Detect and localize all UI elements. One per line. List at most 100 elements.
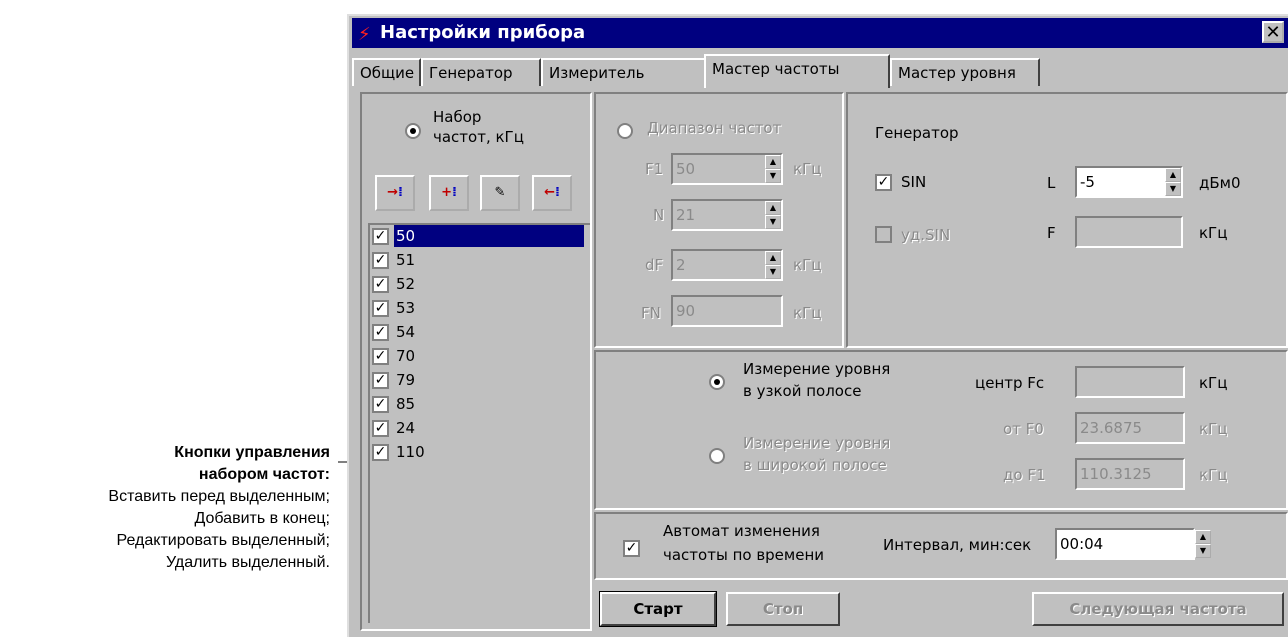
- auto-checkbox[interactable]: ✓: [623, 540, 640, 557]
- list-item[interactable]: ✓ 54: [370, 321, 590, 345]
- f1-measure-unit: кГц: [1199, 466, 1228, 484]
- freq-value: 54: [396, 323, 416, 341]
- tab-frequency-master[interactable]: Мастер частоты: [704, 54, 890, 88]
- interval-spinner[interactable]: ▲ ▼: [1195, 530, 1211, 558]
- freq-value: 70: [396, 347, 416, 365]
- freq-value: 53: [396, 299, 416, 317]
- n-field[interactable]: 21 ▲ ▼: [671, 199, 783, 231]
- freq-value: 110: [396, 443, 425, 461]
- n-spinner[interactable]: ▲ ▼: [765, 201, 781, 229]
- freq-value: 79: [396, 371, 416, 389]
- delete-button[interactable]: ←⁞: [532, 175, 572, 211]
- center-unit: кГц: [1199, 374, 1228, 392]
- freq-set-label-line1: Набор: [433, 108, 482, 126]
- narrow-band-line2: в узкой полосе: [743, 382, 862, 400]
- sin-label: SIN: [901, 173, 927, 191]
- freq-checkbox[interactable]: ✓: [372, 228, 389, 245]
- fn-value: 90: [676, 302, 696, 320]
- freq-set-radio[interactable]: [405, 123, 421, 139]
- wide-band-line1: Измерение уровня: [743, 434, 891, 452]
- freq-value: 85: [396, 395, 416, 413]
- next-frequency-button[interactable]: Следующая частота: [1032, 592, 1284, 626]
- start-button[interactable]: Старт: [599, 591, 717, 627]
- f0-value: 23.6875: [1080, 419, 1143, 437]
- append-button[interactable]: +⁞: [429, 175, 469, 211]
- freq-checkbox[interactable]: ✓: [372, 372, 389, 389]
- tab-meter[interactable]: Измеритель: [541, 58, 707, 86]
- f1-label: F1: [645, 160, 664, 178]
- wide-band-radio[interactable]: [709, 448, 725, 464]
- list-item[interactable]: ✓ 70: [370, 345, 590, 369]
- list-item[interactable]: ✓ 50: [370, 225, 590, 249]
- df-spinner[interactable]: ▲ ▼: [765, 251, 781, 279]
- narrow-band-radio[interactable]: [709, 374, 725, 390]
- f0-field: 23.6875: [1075, 412, 1185, 444]
- gen-f-label: F: [1047, 224, 1056, 242]
- f1-measure-field: 110.3125: [1075, 458, 1185, 490]
- freq-checkbox[interactable]: ✓: [372, 420, 389, 437]
- fn-unit: кГц: [793, 304, 822, 322]
- insert-before-icon: →⁞: [387, 185, 403, 200]
- app-logo-icon: ⚡: [358, 24, 371, 45]
- sin-checkbox[interactable]: ✓: [875, 174, 892, 191]
- f1-value: 50: [676, 160, 696, 178]
- freq-checkbox[interactable]: ✓: [372, 252, 389, 269]
- f1-unit: кГц: [793, 160, 822, 178]
- close-button[interactable]: ✕: [1262, 21, 1284, 43]
- list-item[interactable]: ✓ 24: [370, 417, 590, 441]
- udsin-checkbox[interactable]: [875, 226, 892, 243]
- append-icon: +⁞: [441, 185, 457, 200]
- narrow-band-line1: Измерение уровня: [743, 360, 891, 378]
- freq-set-label-line2: частот, кГц: [433, 128, 524, 146]
- f1-measure-value: 110.3125: [1080, 465, 1152, 483]
- list-item[interactable]: ✓ 52: [370, 273, 590, 297]
- insert-before-button[interactable]: →⁞: [375, 175, 415, 211]
- tab-general[interactable]: Общие: [352, 58, 421, 86]
- freq-checkbox[interactable]: ✓: [372, 300, 389, 317]
- tab-level-master[interactable]: Мастер уровня: [890, 58, 1040, 86]
- f1-spinner[interactable]: ▲ ▼: [765, 155, 781, 183]
- center-field: [1075, 366, 1185, 398]
- freq-checkbox[interactable]: ✓: [372, 276, 389, 293]
- list-item[interactable]: ✓ 53: [370, 297, 590, 321]
- tab-generator[interactable]: Генератор: [421, 58, 541, 86]
- n-label: N: [653, 206, 665, 224]
- list-item[interactable]: ✓ 79: [370, 369, 590, 393]
- freq-checkbox[interactable]: ✓: [372, 444, 389, 461]
- list-item[interactable]: ✓ 51: [370, 249, 590, 273]
- fn-field: 90: [671, 295, 783, 327]
- f1-measure-label: до F1: [1003, 466, 1046, 484]
- title-bar: ⚡ Настройки прибора ✕: [352, 18, 1288, 48]
- freq-list[interactable]: ✓ 50 ✓ 51 ✓ 52 ✓ 53 ✓ 54 ✓ 70 ✓ 79 ✓ 85 ✓ 24 ✓ 110: [368, 223, 590, 623]
- level-label: L: [1047, 174, 1056, 192]
- stop-button[interactable]: Стоп: [726, 592, 840, 626]
- fn-label: FN: [641, 304, 661, 322]
- n-value: 21: [676, 206, 696, 224]
- level-spinner[interactable]: ▲ ▼: [1165, 168, 1181, 196]
- interval-field[interactable]: 00:04 ▲ ▼: [1055, 528, 1211, 560]
- freq-value: 52: [396, 275, 416, 293]
- gen-f-unit: кГц: [1199, 224, 1228, 242]
- list-item[interactable]: ✓ 110: [370, 441, 590, 465]
- freq-checkbox[interactable]: ✓: [372, 324, 389, 341]
- freq-value: 24: [396, 419, 416, 437]
- interval-label: Интервал, мин:сек: [883, 536, 1032, 554]
- range-radio[interactable]: [617, 123, 633, 139]
- f0-unit: кГц: [1199, 420, 1228, 438]
- list-item[interactable]: ✓ 85: [370, 393, 590, 417]
- freq-checkbox[interactable]: ✓: [372, 348, 389, 365]
- edit-button[interactable]: ✎: [480, 175, 520, 211]
- udsin-label: уд.SIN: [901, 226, 951, 244]
- freq-checkbox[interactable]: ✓: [372, 396, 389, 413]
- level-field[interactable]: -5 ▲ ▼: [1075, 166, 1183, 198]
- window-title: Настройки прибора: [380, 22, 586, 43]
- df-field[interactable]: 2 ▲ ▼: [671, 249, 783, 281]
- interval-value: 00:04: [1060, 535, 1104, 553]
- auto-label-line2: частоты по времени: [663, 546, 825, 564]
- freq-value: 51: [396, 251, 416, 269]
- freq-value: 50: [394, 225, 584, 247]
- settings-window: ⚡ Настройки прибора ✕ Общие Генератор Из…: [347, 14, 1288, 637]
- center-label: центр Fc: [975, 374, 1045, 392]
- f1-field[interactable]: 50 ▲ ▼: [671, 153, 783, 185]
- f0-label: от F0: [1003, 420, 1044, 438]
